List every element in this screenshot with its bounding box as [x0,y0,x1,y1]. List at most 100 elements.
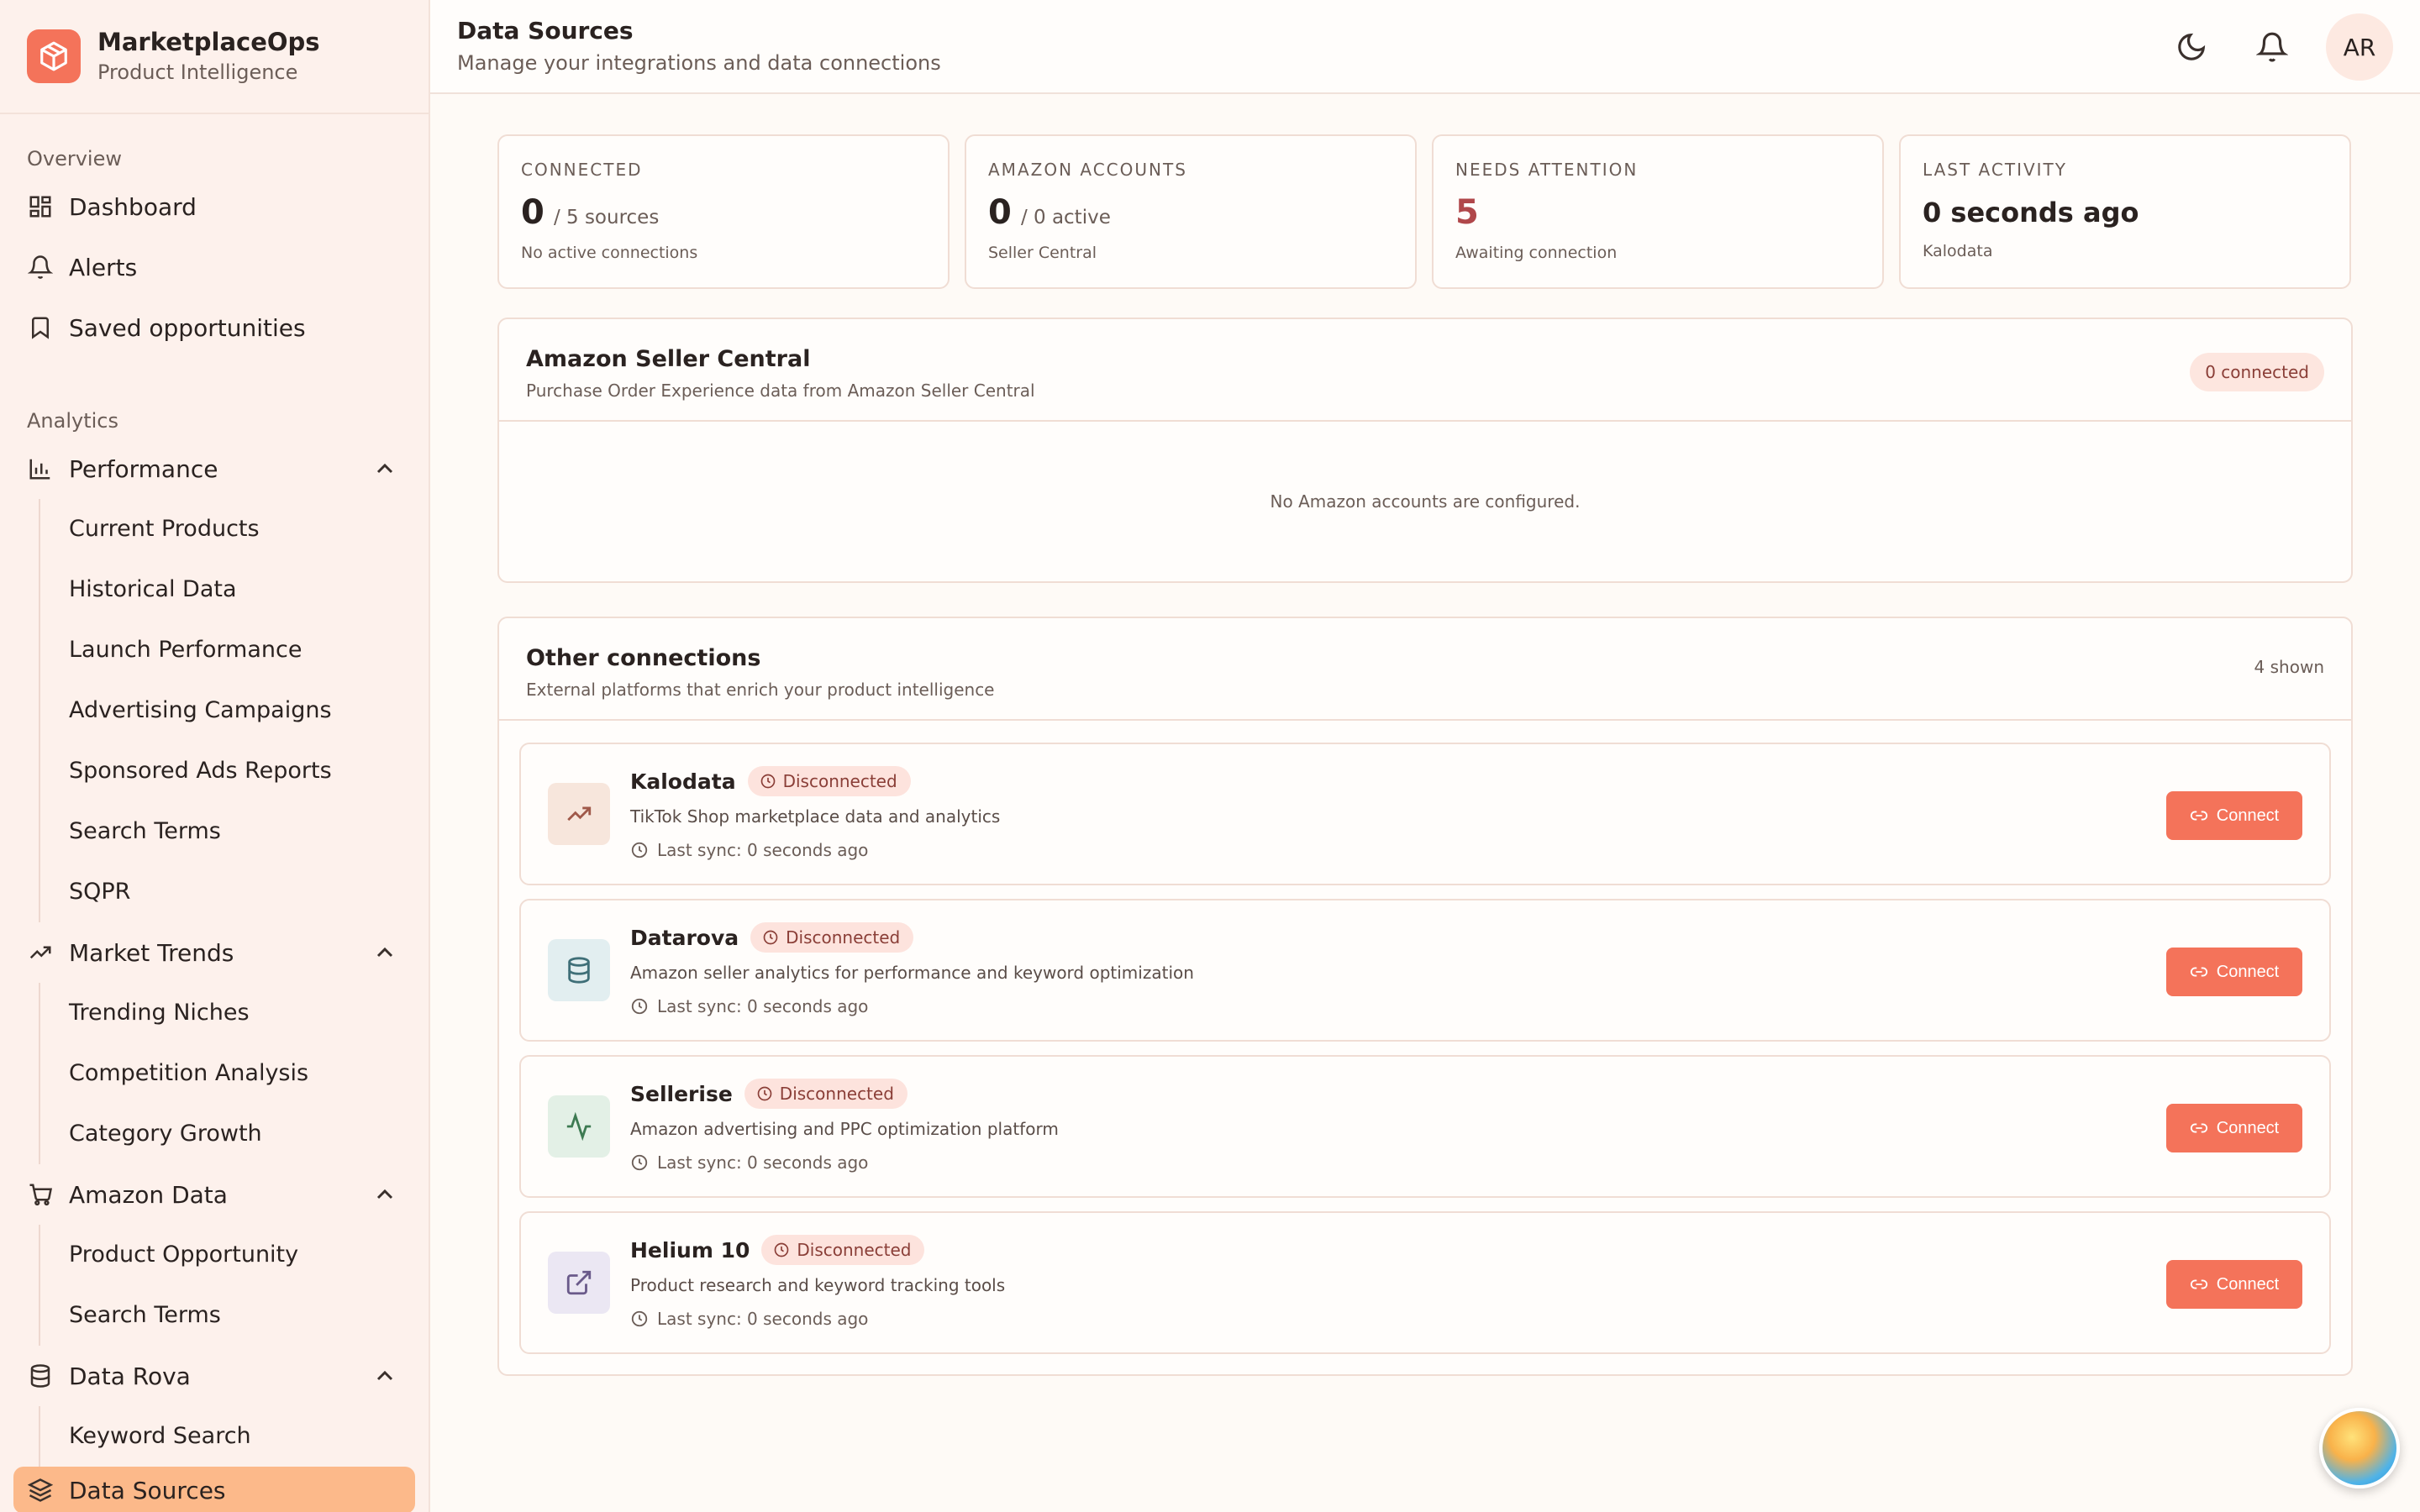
sidebar-item-label: Dashboard [69,192,197,221]
brand[interactable]: MarketplaceOps Product Intelligence [0,0,429,114]
page-title: Data Sources [457,17,634,45]
sidebar-subitem-competition-analysis[interactable]: Competition Analysis [40,1043,429,1104]
external-link-icon [548,1252,610,1314]
stat-note: Kalodata [1923,242,1993,260]
sidebar-subitem-search-terms[interactable]: Search Terms [40,801,429,862]
sidebar-item-saved[interactable]: Saved opportunities [0,297,429,358]
assistant-launcher-button[interactable] [2319,1408,2400,1488]
stat-note: No active connections [521,244,698,262]
sidebar-item-label: Data Rova [69,1362,191,1390]
last-sync: Last sync: 0 seconds ago [657,996,869,1016]
stat-note: Seller Central [988,244,1097,262]
sidebar-item-dashboard[interactable]: Dashboard [0,176,429,237]
last-sync: Last sync: 0 seconds ago [657,840,869,860]
stat-label: LAST ACTIVITY [1923,160,2067,180]
empty-state: No Amazon accounts are configured. [1270,491,1581,512]
connection-card-sellerise: Sellerise Disconnected Amazon advertisin… [519,1055,2331,1198]
stat-note: Awaiting connection [1455,244,1618,262]
moon-icon [2178,33,2206,60]
cube-icon [27,29,81,83]
sidebar-subitem-historical-data[interactable]: Historical Data [40,559,429,620]
clock-icon [757,1086,772,1101]
sidebar-nav: Overview Dashboard Alerts Saved opportun… [0,114,429,1512]
sidebar-subitem-advertising-campaigns[interactable]: Advertising Campaigns [40,680,429,741]
stat-value: 0 [521,193,544,232]
connection-description: TikTok Shop marketplace data and analyti… [630,806,1001,827]
sidebar: MarketplaceOps Product Intelligence Over… [0,0,430,1512]
theme-toggle-button[interactable] [2165,20,2218,74]
bell-icon [27,254,54,281]
trending-up-icon [548,783,610,845]
status-label: Disconnected [782,771,897,791]
sidebar-item-amazon-data[interactable]: Amazon Data [0,1164,429,1225]
connect-button-kalodata[interactable]: Connect [2166,791,2302,840]
sidebar-subitem-amazon-search-terms[interactable]: Search Terms [40,1285,429,1346]
status-label: Disconnected [797,1240,912,1260]
connection-description: Amazon seller analytics for performance … [630,963,1194,983]
chevron-up-icon[interactable] [371,455,398,482]
stat-label: CONNECTED [521,160,643,180]
stat-value: 0 seconds ago [1923,197,2139,228]
connection-description: Product research and keyword tracking to… [630,1275,1006,1295]
database-icon [27,1362,54,1389]
content: CONNECTED 0 / 5 sources No active connec… [430,94,2420,1376]
sidebar-subitem-sponsored-ads-reports[interactable]: Sponsored Ads Reports [40,741,429,801]
bar-chart-icon [27,455,54,482]
sidebar-subitem-trending-niches[interactable]: Trending Niches [40,983,429,1043]
connection-name: Kalodata [630,769,736,794]
panel-subtitle: External platforms that enrich your prod… [526,680,995,700]
clock-icon [760,774,775,789]
stat-label: AMAZON ACCOUNTS [988,160,1187,180]
sidebar-item-data-sources[interactable]: Data Sources [13,1467,415,1512]
sidebar-item-data-rova[interactable]: Data Rova [0,1346,429,1406]
connection-name: Datarova [630,925,739,950]
app: MarketplaceOps Product Intelligence Over… [0,0,2420,1512]
status-badge: Disconnected [744,1079,908,1109]
sidebar-item-performance[interactable]: Performance [0,438,429,499]
stat-card-connected: CONNECTED 0 / 5 sources No active connec… [497,134,950,289]
sidebar-item-label: Alerts [69,253,138,281]
page-subtitle: Manage your integrations and data connec… [457,51,941,75]
section-label-overview: Overview [27,147,122,171]
sidebar-subitem-current-products[interactable]: Current Products [40,499,429,559]
clock-icon [631,1154,648,1171]
status-badge: Disconnected [747,766,911,796]
connected-count-badge: 0 connected [2190,353,2324,391]
connect-button-sellerise[interactable]: Connect [2166,1104,2302,1152]
clock-icon [631,842,648,858]
sidebar-item-market-trends[interactable]: Market Trends [0,922,429,983]
sidebar-subitem-sqpr[interactable]: SQPR [40,862,429,922]
sidebar-subitem-category-growth[interactable]: Category Growth [40,1104,429,1164]
clock-icon [775,1242,789,1257]
sidebar-subitem-launch-performance[interactable]: Launch Performance [40,620,429,680]
main: Data Sources Manage your integrations an… [430,0,2420,1512]
sidebar-subitem-product-opportunity[interactable]: Product Opportunity [40,1225,429,1285]
stat-label: NEEDS ATTENTION [1455,160,1639,180]
connection-list: Kalodata Disconnected TikTok Shop market… [499,721,2351,1374]
status-badge: Disconnected [761,1235,925,1265]
link-icon [2190,1123,2207,1133]
stats-row: CONNECTED 0 / 5 sources No active connec… [497,134,2353,289]
brand-name: MarketplaceOps [97,28,320,56]
sidebar-item-alerts[interactable]: Alerts [0,237,429,297]
clock-icon [763,930,778,945]
trending-up-icon [27,939,54,966]
sidebar-subitem-keyword-search[interactable]: Keyword Search [40,1406,429,1467]
dashboard-icon [27,193,54,220]
status-badge: Disconnected [750,922,914,953]
connection-name: Helium 10 [630,1237,750,1263]
stat-value: 5 [1455,193,1479,232]
amazon-seller-central-panel: Amazon Seller Central Purchase Order Exp… [497,318,2353,583]
avatar[interactable]: AR [2326,13,2393,81]
chevron-up-icon[interactable] [371,1362,398,1389]
connect-label: Connect [2216,962,2280,981]
chevron-up-icon[interactable] [371,939,398,966]
connect-label: Connect [2216,1118,2280,1137]
connect-button-datarova[interactable]: Connect [2166,948,2302,996]
notifications-button[interactable] [2245,20,2299,74]
other-connections-panel: Other connections External platforms tha… [497,617,2353,1376]
sidebar-item-label: Market Trends [69,938,234,967]
chevron-up-icon[interactable] [371,1181,398,1208]
section-label-analytics: Analytics [27,409,118,433]
connect-button-helium-10[interactable]: Connect [2166,1260,2302,1309]
